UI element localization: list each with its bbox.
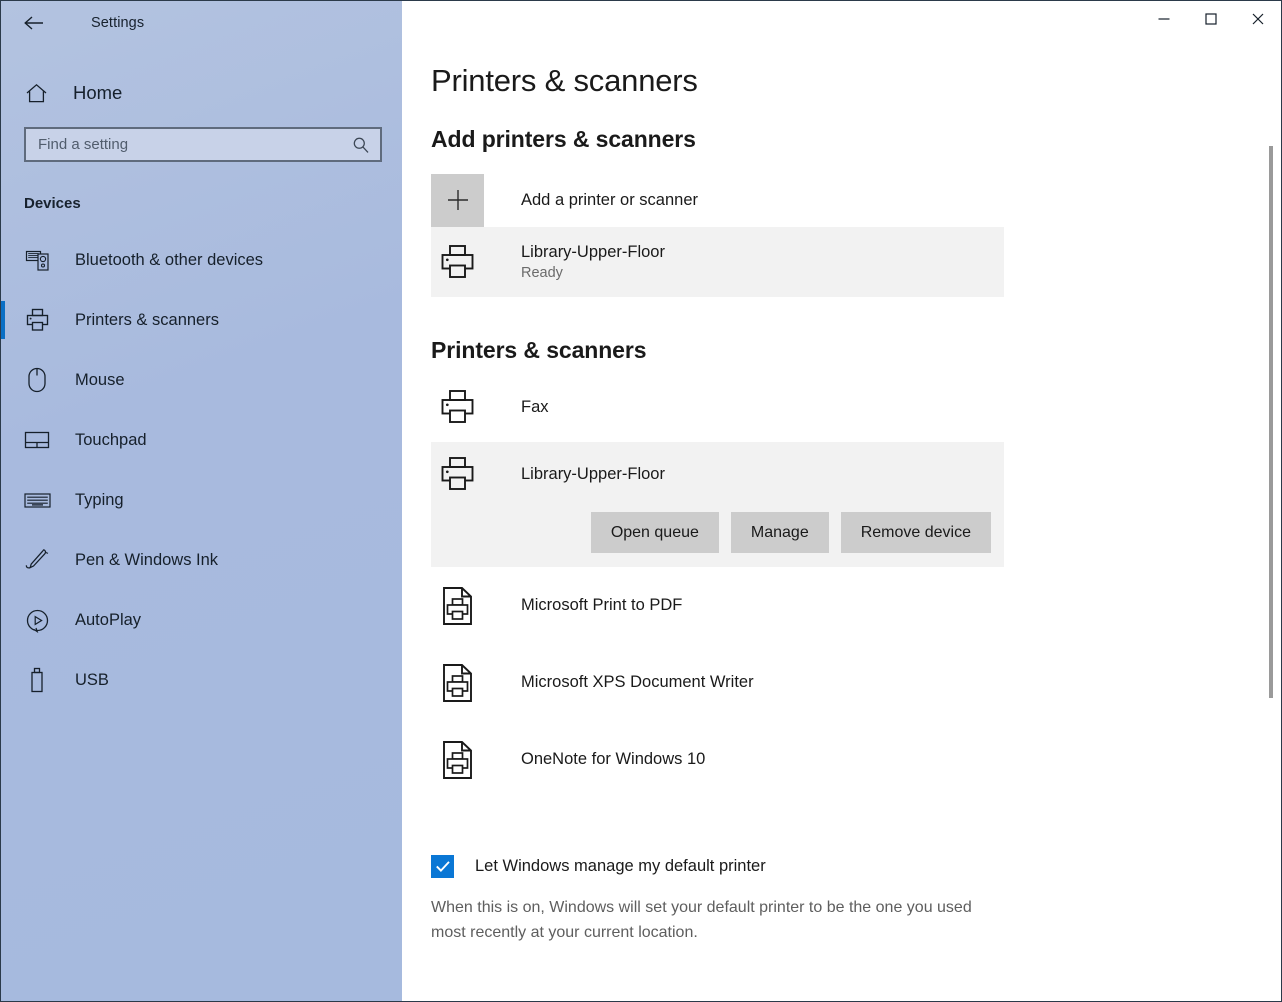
sidebar-nav: Bluetooth & other devices Printers & sca… <box>1 230 402 710</box>
window-controls <box>1140 1 1281 45</box>
checkbox-label: Let Windows manage my default printer <box>475 857 766 875</box>
sidebar-item-bluetooth-other-devices[interactable]: Bluetooth & other devices <box>1 230 402 290</box>
page-title: Printers & scanners <box>431 63 698 98</box>
printer-icon <box>21 308 53 332</box>
printer-name: Fax <box>521 397 549 416</box>
devices-section-heading: Printers & scanners <box>431 337 647 363</box>
main-content: Printers & scanners Add printers & scann… <box>402 1 1281 1001</box>
document-printer-icon <box>431 740 484 780</box>
maximize-button[interactable] <box>1187 1 1234 37</box>
printer-name: Microsoft XPS Document Writer <box>521 673 754 691</box>
printer-list-item-library-upper-floor[interactable]: Library-Upper-Floor Open queue Manage Re… <box>431 442 1004 567</box>
default-printer-description: When this is on, Windows will set your d… <box>431 899 972 941</box>
discovered-device-row[interactable]: Library-Upper-Floor Ready <box>431 227 1004 297</box>
discovered-device-text: Library-Upper-Floor Ready <box>521 241 665 284</box>
main-scrollbar[interactable] <box>1265 45 1277 1001</box>
printer-row[interactable]: Library-Upper-Floor <box>431 442 1004 506</box>
sidebar-item-typing[interactable]: Typing <box>1 470 402 530</box>
sidebar-item-mouse[interactable]: Mouse <box>1 350 402 410</box>
device-name: Library-Upper-Floor <box>521 242 665 261</box>
printer-list: Fax Library-Upper-Floor Open queue Manag… <box>431 372 1281 798</box>
close-button[interactable] <box>1234 1 1281 37</box>
printer-list-item-microsoft-xps-document-writer[interactable]: Microsoft XPS Document Writer <box>431 644 1004 721</box>
sidebar: Settings Home Devices <box>1 1 402 1001</box>
printer-list-item-fax[interactable]: Fax <box>431 372 1004 442</box>
manage-button[interactable]: Manage <box>730 512 829 553</box>
checkbox-checked-icon <box>431 855 454 878</box>
sidebar-item-label: Typing <box>75 490 124 509</box>
usb-icon <box>21 667 53 693</box>
printer-list-item-microsoft-print-to-pdf[interactable]: Microsoft Print to PDF <box>431 567 1004 644</box>
printer-name: Microsoft Print to PDF <box>521 596 683 614</box>
sidebar-item-label: Pen & Windows Ink <box>75 550 219 569</box>
printer-icon <box>431 389 484 425</box>
remove-device-button[interactable]: Remove device <box>840 512 991 553</box>
search-input[interactable] <box>38 136 352 153</box>
sidebar-item-pen-windows-ink[interactable]: Pen & Windows Ink <box>1 530 402 590</box>
sidebar-item-label: USB <box>75 670 109 689</box>
autoplay-icon <box>21 608 53 633</box>
mouse-icon <box>21 367 53 393</box>
maximize-icon <box>1204 13 1217 25</box>
pen-icon <box>21 548 53 572</box>
close-icon <box>1252 13 1263 25</box>
sidebar-category-label: Devices <box>24 195 81 212</box>
sidebar-item-usb[interactable]: USB <box>1 650 402 710</box>
add-printer-or-scanner-button[interactable]: Add a printer or scanner <box>431 173 1004 227</box>
let-windows-manage-default-printer-checkbox[interactable]: Let Windows manage my default printer <box>431 855 1281 878</box>
add-printer-label: Add a printer or scanner <box>521 190 699 209</box>
sidebar-item-label: Touchpad <box>75 430 147 449</box>
printer-list-item-onenote-for-windows-10[interactable]: OneNote for Windows 10 <box>431 721 1004 798</box>
sidebar-item-home[interactable]: Home <box>1 71 402 115</box>
printer-actions: Open queue Manage Remove device <box>431 512 1004 553</box>
sidebar-item-touchpad[interactable]: Touchpad <box>1 410 402 470</box>
window-titlebar-left: Settings <box>1 1 402 45</box>
minimize-icon <box>1158 18 1169 20</box>
device-status: Ready <box>521 264 563 281</box>
printer-icon <box>431 456 484 492</box>
sidebar-item-label: Bluetooth & other devices <box>75 250 264 269</box>
printer-name: Library-Upper-Floor <box>521 464 665 483</box>
settings-page: Printers & scanners Add printers & scann… <box>402 1 1281 946</box>
plus-icon <box>431 173 484 227</box>
minimize-button[interactable] <box>1140 1 1187 37</box>
back-button[interactable] <box>19 8 49 38</box>
settings-window: Settings Home Devices <box>0 0 1282 1002</box>
scrollbar-thumb[interactable] <box>1269 146 1273 698</box>
add-section-heading: Add printers & scanners <box>431 126 696 152</box>
sidebar-item-label: AutoPlay <box>75 610 142 629</box>
printer-icon <box>431 244 484 280</box>
document-printer-icon <box>431 586 484 626</box>
search-icon <box>352 136 370 154</box>
sidebar-item-label: Printers & scanners <box>75 310 219 329</box>
home-icon <box>21 83 51 104</box>
search-box[interactable] <box>24 127 382 162</box>
sidebar-item-autoplay[interactable]: AutoPlay <box>1 590 402 650</box>
printer-name: OneNote for Windows 10 <box>521 750 706 768</box>
sidebar-item-label: Mouse <box>75 370 125 389</box>
open-queue-button[interactable]: Open queue <box>590 512 719 553</box>
app-title: Settings <box>91 15 145 31</box>
touchpad-icon <box>21 430 53 450</box>
default-printer-setting: Let Windows manage my default printer Wh… <box>431 855 1281 946</box>
sidebar-item-printers-scanners[interactable]: Printers & scanners <box>1 290 402 350</box>
sidebar-home-label: Home <box>73 82 123 103</box>
back-arrow-icon <box>24 16 43 30</box>
keyboard-icon <box>21 492 53 509</box>
bluetooth-devices-icon <box>21 248 53 273</box>
document-printer-icon <box>431 663 484 703</box>
